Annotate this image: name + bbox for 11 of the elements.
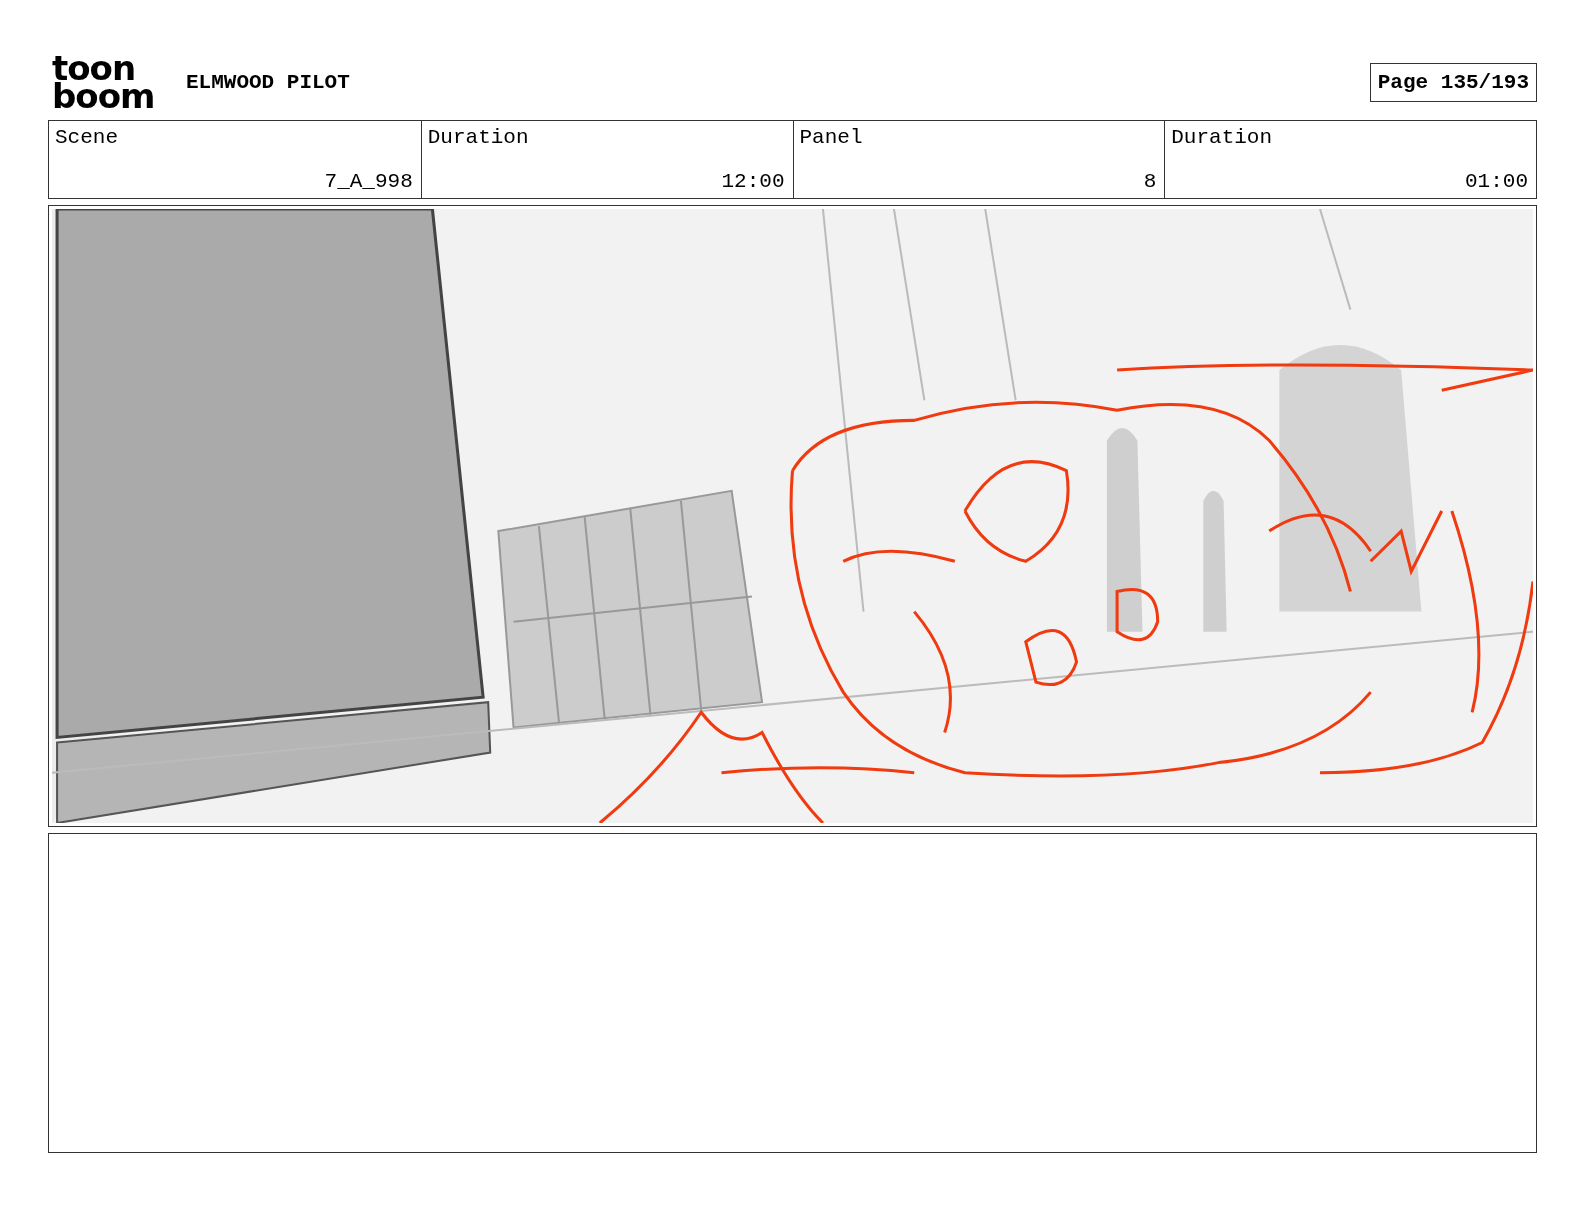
column-header: Panel xyxy=(799,126,864,149)
page-number: Page 135/193 xyxy=(1369,62,1537,102)
column-header: Duration xyxy=(1171,126,1274,149)
table-cell: 12:00 xyxy=(721,170,785,193)
table-cell: 01:00 xyxy=(1465,170,1528,193)
table-cell: 7_A_998 xyxy=(324,170,413,193)
column-header: Scene xyxy=(55,126,119,149)
table-cell: 8 xyxy=(1143,170,1157,193)
logo: toon boom xyxy=(51,54,156,110)
project-title: ELMWOOD PILOT xyxy=(186,70,350,94)
column-header: Duration xyxy=(427,126,530,149)
